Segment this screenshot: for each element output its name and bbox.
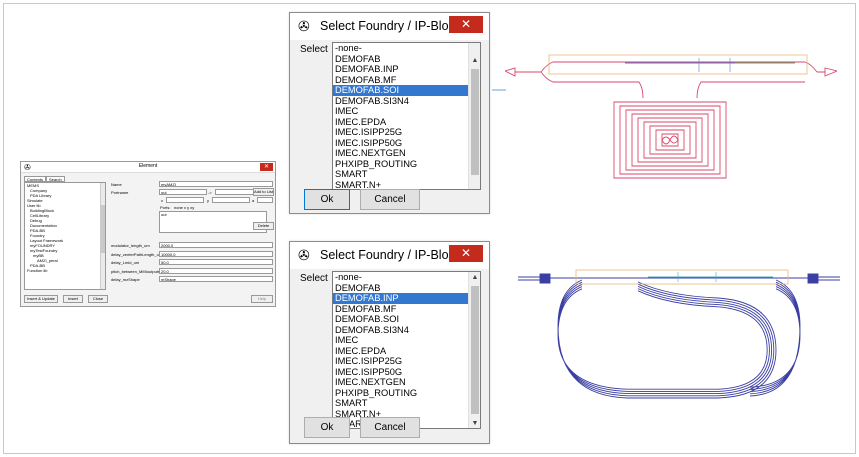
cancel-button[interactable]: Cancel [360,417,420,438]
listbox-item[interactable]: IMEC.ISIPP25G [333,356,468,367]
inp-delay-loops [557,279,801,399]
param-input[interactable]: 50.0 [159,259,273,265]
param-label: modulator_length_um [111,243,150,248]
select-label: Select [300,273,328,284]
param-input[interactable]: 20.0 [159,268,273,274]
dialog-title-bar: ✇ Select Foundry / IP-Block ✕ [290,13,489,40]
element-close-icon[interactable]: ✕ [260,163,273,171]
param-label: delay_mzShape [111,277,140,282]
delete-button[interactable]: Delete [253,222,274,230]
scroll-thumb[interactable] [471,69,479,175]
soi-mzi-layout [505,54,837,179]
close-button[interactable]: Close [88,295,108,303]
scroll-thumb[interactable] [471,286,479,414]
listbox-item[interactable]: -none- [333,43,468,54]
listbox-item[interactable]: IMEC [333,106,468,117]
listbox-item[interactable]: DEMOFAB.SOI [333,85,468,96]
connector-line [492,89,506,91]
listbox-item[interactable]: DEMOFAB.MF [333,304,468,315]
listbox-item[interactable]: IMEC.EPDA [333,117,468,128]
inp-mzi-layout [518,269,840,399]
param-label: delay_centerPathLength_um [111,252,163,257]
x-input[interactable] [166,197,204,203]
listbox-item[interactable]: PHXIPB_ROUTING [333,388,468,399]
y-label: y [207,198,209,203]
select-foundry-dialog-bottom: ✇ Select Foundry / IP-Block ✕ Select -no… [289,241,490,444]
scroll-up-icon[interactable]: ▲ [469,57,480,65]
foundry-listbox[interactable]: -none- DEMOFAB DEMOFAB.INP DEMOFAB.MF DEMOFA… [332,42,481,190]
element-title-bar: ✇ Element ✕ [21,162,275,173]
angle-input[interactable] [257,197,273,203]
name-input[interactable]: myAMZI [159,181,273,187]
dialog-title-bar: ✇ Select Foundry / IP-Block ✕ [290,242,489,269]
inp-waveguide [518,273,840,399]
scroll-down-icon[interactable]: ▼ [469,420,480,428]
arrow-icon: -> [208,190,212,195]
app-logo-icon: ✇ [298,247,310,263]
ports-radio-group[interactable]: none x y xy [174,205,194,210]
soi-spiral-center [661,135,679,145]
angle-label: a [252,198,255,203]
param-label: pitch_between_MMIoutputs [111,269,160,274]
listbox-item[interactable]: SMART [333,398,468,409]
y-input[interactable] [212,197,250,203]
element-window-title: Element [138,163,158,169]
param-input[interactable]: mShape [159,276,273,282]
listbox-item[interactable]: PHXIPB_ROUTING [333,159,468,170]
listbox-item[interactable]: -none- [333,272,468,283]
listbox-item[interactable]: DEMOFAB [333,283,468,294]
listbox-item[interactable]: IMEC.NEXTGEN [333,377,468,388]
help-button[interactable]: Help [251,295,273,303]
port-list[interactable]: out [159,211,267,233]
param-input[interactable]: 2000.0 [159,242,273,248]
scroll-up-icon[interactable]: ▲ [469,274,480,282]
select-foundry-dialog-top: ✇ Select Foundry / IP-Block ✕ Select -no… [289,12,490,214]
tree-item[interactable]: Function lib [25,268,105,273]
param-label: delay_Lmid_um [111,260,140,265]
portname-label: Portname [111,190,129,195]
portname-select[interactable]: out [159,189,207,195]
ports-label: Ports: [160,205,171,210]
insert-button[interactable]: Insert [63,295,83,303]
listbox-item[interactable]: IMEC.ISIPP50G [333,367,468,378]
listbox-item[interactable]: IMEC [333,335,468,346]
param-input[interactable]: 10000.0 [159,251,273,257]
ok-button[interactable]: Ok [304,189,350,210]
listbox-item[interactable]: DEMOFAB [333,54,468,65]
dialog-title: Select Foundry / IP-Block [320,19,462,33]
x-label: x [161,198,163,203]
tree-scroll-thumb[interactable] [101,205,105,253]
listbox-item[interactable]: DEMOFAB.SI3N4 [333,96,468,107]
ok-button[interactable]: Ok [304,417,350,438]
insert-update-button[interactable]: Insert & Update [24,295,58,303]
dialog-title: Select Foundry / IP-Block [320,248,462,262]
library-tree[interactable]: MEMS Company PDA Library Simulate User lib Bu… [24,182,106,290]
listbox-item[interactable]: IMEC.EPDA [333,346,468,357]
select-label: Select [300,44,328,55]
dialog-close-icon[interactable]: ✕ [449,16,483,33]
dialog-close-icon[interactable]: ✕ [449,245,483,262]
foundry-listbox[interactable]: -none- DEMOFAB DEMOFAB.INP DEMOFAB.MF DEMOFA… [332,271,481,429]
listbox-item[interactable]: IMEC.ISIPP50G [333,138,468,149]
app-logo-icon: ✇ [298,18,310,34]
soi-modulator-block [548,54,808,75]
listbox-item[interactable]: IMEC.NEXTGEN [333,148,468,159]
cancel-button[interactable]: Cancel [360,189,420,210]
listbox-item[interactable]: IMEC.ISIPP25G [333,127,468,138]
tree-scrollbar[interactable] [100,183,105,289]
listbox-item[interactable]: DEMOFAB.SI3N4 [333,325,468,336]
listbox-item[interactable]: SMART [333,169,468,180]
listbox-item[interactable]: DEMOFAB.MF [333,75,468,86]
listbox-item[interactable]: DEMOFAB.SOI [333,314,468,325]
listbox-item[interactable]: DEMOFAB.INP [333,293,468,304]
listbox-scrollbar[interactable]: ▲ ▼ [468,272,480,428]
element-window: ✇ Element ✕ Contents Search MEMS Company PD… [20,161,276,307]
soi-waveguide [505,61,837,179]
name-label: Name [111,182,122,187]
listbox-scrollbar[interactable]: ▲ [468,43,480,189]
listbox-item[interactable]: DEMOFAB.INP [333,64,468,75]
add-to-list-button[interactable]: Add to List [253,188,274,196]
